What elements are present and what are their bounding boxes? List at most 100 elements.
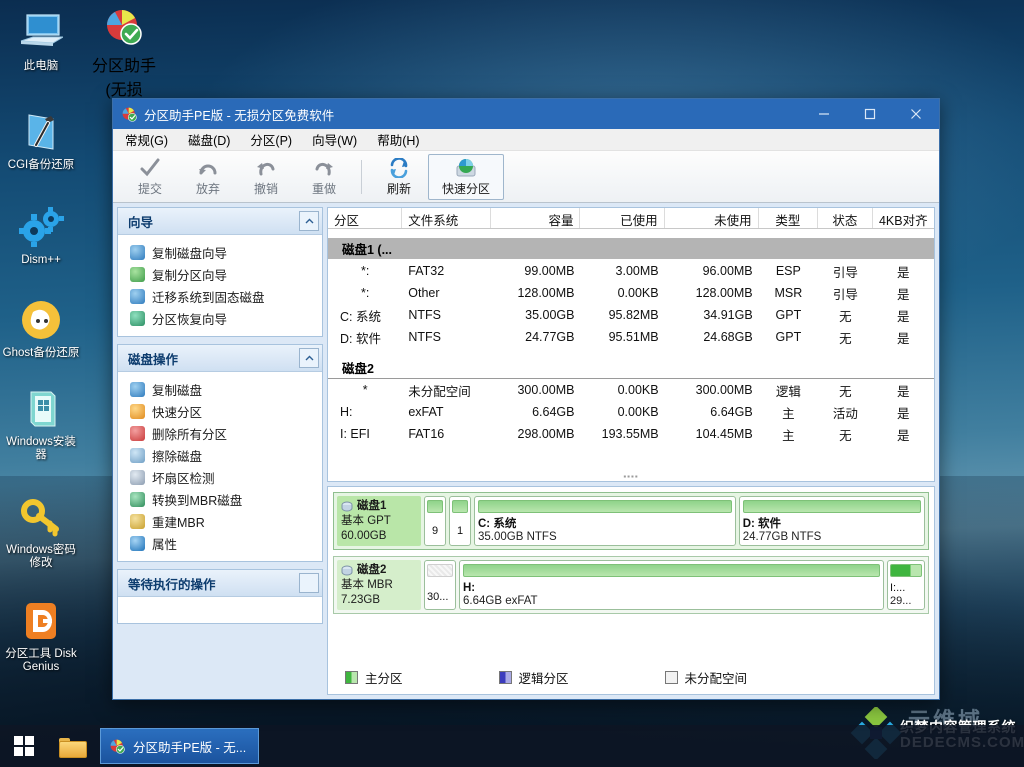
disk-strip-1[interactable]: 磁盘1 基本 GPT 60.00GB 9 1 C: 系统 35.00GB NTF… bbox=[333, 492, 929, 550]
taskbar: 分区助手PE版 - 无... bbox=[0, 725, 1024, 767]
table-row[interactable]: C: 系统 NTFS 35.00GB 95.82MB 34.91GB GPT 无… bbox=[328, 304, 934, 326]
column-header-capacity[interactable]: 容量 bbox=[491, 208, 581, 228]
table-row[interactable]: D: 软件 NTFS 24.77GB 95.51MB 24.68GB GPT 无… bbox=[328, 326, 934, 348]
sidebar-item-label: 复制磁盘 bbox=[152, 383, 203, 398]
column-header-partition[interactable]: 分区 bbox=[328, 208, 403, 228]
desktop-icon-label: 分区工具 DiskGenius bbox=[5, 648, 77, 673]
desktop-icon-partition-assistant[interactable]: 分区助手(无损 bbox=[82, 2, 166, 100]
file-explorer-button[interactable] bbox=[48, 725, 96, 767]
menu-wizard[interactable]: 向导(W) bbox=[310, 128, 368, 151]
sidebar-item-partition-recovery-wizard[interactable]: 分区恢复向导 bbox=[118, 307, 322, 329]
disk-partition-block[interactable]: D: 软件 24.77GB NTFS bbox=[738, 496, 925, 546]
toolbar-undo-button[interactable]: 撤销 bbox=[237, 154, 295, 200]
desktop-icon-dism[interactable]: Dism++ bbox=[0, 202, 82, 267]
menu-general[interactable]: 常规(G) bbox=[123, 128, 179, 151]
disk-partition-block[interactable]: H: 6.64GB exFAT bbox=[459, 560, 884, 610]
check-icon bbox=[139, 157, 161, 179]
desktop-icon-cgi-backup[interactable]: CGI备份还原 bbox=[0, 107, 82, 172]
copy-disk-icon bbox=[130, 244, 145, 260]
horizontal-scrollbar[interactable]: ▪▪▪▪ bbox=[328, 472, 934, 481]
close-button[interactable] bbox=[893, 99, 939, 129]
computer-icon bbox=[0, 8, 82, 58]
desktop-icon-label: Windows安装器 bbox=[6, 436, 76, 461]
column-header-unused[interactable]: 未使用 bbox=[665, 208, 759, 228]
table-row[interactable]: *: Other 128.00MB 0.00KB 128.00MB MSR 引导… bbox=[328, 282, 934, 304]
column-header-status[interactable]: 状态 bbox=[818, 208, 873, 228]
toolbar-button-label: 提交 bbox=[137, 181, 162, 196]
disk-group-header[interactable]: 磁盘1 (... bbox=[328, 238, 934, 260]
sidebar-item-wipe-disk[interactable]: 擦除磁盘 bbox=[118, 444, 322, 466]
bad-sector-check-icon bbox=[130, 469, 145, 485]
toolbar-redo-button[interactable]: 重做 bbox=[295, 154, 353, 200]
table-row[interactable]: *: FAT32 99.00MB 3.00MB 96.00MB ESP 引导 是 bbox=[328, 260, 934, 282]
disk-map: 磁盘1 基本 GPT 60.00GB 9 1 C: 系统 35.00GB NTF… bbox=[327, 486, 935, 695]
table-row[interactable]: I: EFI FAT16 298.00MB 193.55MB 104.45MB … bbox=[328, 423, 934, 445]
table-row[interactable]: H: exFAT 6.64GB 0.00KB 6.64GB 主 活动 是 bbox=[328, 401, 934, 423]
disk-partition-block[interactable]: 30... bbox=[424, 560, 456, 610]
sidebar-item-delete-all-partitions[interactable]: 删除所有分区 bbox=[118, 422, 322, 444]
sidebar-item-migrate-os[interactable]: 迁移系统到固态磁盘 bbox=[118, 285, 322, 307]
wizard-panel-header[interactable]: 向导 bbox=[118, 208, 322, 235]
disk-partition-block[interactable]: 1 bbox=[449, 496, 471, 546]
toolbar-refresh-button[interactable]: 刷新 bbox=[370, 154, 428, 200]
maximize-button[interactable] bbox=[847, 99, 893, 129]
sidebar-item-copy-disk[interactable]: 复制磁盘 bbox=[118, 378, 322, 400]
disk-operations-panel-header[interactable]: 磁盘操作 bbox=[118, 345, 322, 372]
cell-filesystem: Other bbox=[408, 286, 440, 300]
column-header-used[interactable]: 已使用 bbox=[580, 208, 665, 228]
taskbar-item-partition-assistant[interactable]: 分区助手PE版 - 无... bbox=[100, 728, 260, 764]
disk-partition-block[interactable]: 9 bbox=[424, 496, 446, 546]
sidebar-item-properties[interactable]: 属性 bbox=[118, 532, 322, 554]
desktop-icon-diskgenius[interactable]: 分区工具 DiskGenius bbox=[0, 596, 82, 674]
minimize-button[interactable] bbox=[801, 99, 847, 129]
pending-operations-panel-title: 等待执行的操作 bbox=[128, 577, 216, 592]
disk-group-header[interactable]: 磁盘2 bbox=[328, 357, 934, 379]
menu-label: 磁盘(D) bbox=[188, 134, 231, 148]
menu-help[interactable]: 帮助(H) bbox=[375, 128, 430, 151]
toolbar-discard-button[interactable]: 放弃 bbox=[179, 154, 237, 200]
sidebar-item-copy-disk-wizard[interactable]: 复制磁盘向导 bbox=[118, 241, 322, 263]
sidebar-item-convert-to-mbr[interactable]: 转换到MBR磁盘 bbox=[118, 488, 322, 510]
sidebar-item-label: 复制磁盘向导 bbox=[152, 246, 228, 261]
menu-partition[interactable]: 分区(P) bbox=[248, 128, 303, 151]
menu-disk[interactable]: 磁盘(D) bbox=[186, 128, 241, 151]
desktop-icon-label: CGI备份还原 bbox=[7, 159, 75, 171]
column-header-type[interactable]: 类型 bbox=[759, 208, 819, 228]
disk-icon bbox=[341, 501, 353, 512]
disk-size: 7.23GB bbox=[341, 594, 380, 606]
toolbar-quick-partition-button[interactable]: 快速分区 bbox=[428, 153, 504, 200]
sidebar-item-copy-partition-wizard[interactable]: 复制分区向导 bbox=[118, 263, 322, 285]
desktop-icon-ghost-backup[interactable]: Ghost备份还原 bbox=[0, 295, 82, 360]
partition-label: 1 bbox=[456, 525, 464, 537]
toolbar-separator bbox=[361, 159, 362, 194]
column-header-4k-align[interactable]: 4KB对齐 bbox=[873, 208, 934, 228]
sidebar: 向导 复制磁盘向导 复制分区向导 迁移系统到固态磁盘 分区恢复向导 磁盘操作 复… bbox=[117, 207, 323, 695]
toolbar-commit-button[interactable]: 提交 bbox=[121, 154, 179, 200]
start-button[interactable] bbox=[0, 725, 48, 767]
window-titlebar[interactable]: 分区助手PE版 - 无损分区免费软件 bbox=[113, 99, 939, 129]
desktop-icon-windows-installer[interactable]: Windows安装器 bbox=[0, 384, 82, 462]
disk-partition-block[interactable]: I:... 29... bbox=[887, 560, 925, 610]
disk-name: 磁盘2 bbox=[357, 564, 387, 576]
pending-operations-panel-header[interactable]: 等待执行的操作 bbox=[118, 570, 322, 597]
column-header-filesystem[interactable]: 文件系统 bbox=[402, 208, 492, 228]
cell-used: 0.00KB bbox=[617, 286, 659, 300]
sidebar-item-label: 坏扇区检测 bbox=[152, 471, 215, 486]
sidebar-item-rebuild-mbr[interactable]: 重建MBR bbox=[118, 510, 322, 532]
cell-filesystem: FAT32 bbox=[408, 264, 445, 278]
cell-used: 0.00KB bbox=[617, 405, 659, 419]
quick-partition-icon bbox=[454, 157, 478, 179]
desktop-icon-this-pc[interactable]: 此电脑 bbox=[0, 8, 82, 73]
table-row[interactable]: * 未分配空间 300.00MB 0.00KB 300.00MB 逻辑 无 是 bbox=[328, 379, 934, 401]
disk-strip-2[interactable]: 磁盘2 基本 MBR 7.23GB 30... H: 6.64GB exFAT bbox=[333, 556, 929, 614]
cell-used: 193.55MB bbox=[601, 427, 659, 441]
sidebar-item-quick-partition[interactable]: 快速分区 bbox=[118, 400, 322, 422]
collapse-icon[interactable] bbox=[299, 348, 319, 368]
desktop-icon-windows-password[interactable]: Windows密码修改 bbox=[0, 492, 82, 570]
collapse-icon[interactable] bbox=[299, 211, 319, 231]
sidebar-item-bad-sector-check[interactable]: 坏扇区检测 bbox=[118, 466, 322, 488]
partition-assistant-icon bbox=[122, 107, 137, 122]
desktop-icon-label: 此电脑 bbox=[23, 60, 59, 72]
collapse-icon[interactable] bbox=[299, 573, 319, 593]
disk-partition-block[interactable]: C: 系统 35.00GB NTFS bbox=[474, 496, 736, 546]
